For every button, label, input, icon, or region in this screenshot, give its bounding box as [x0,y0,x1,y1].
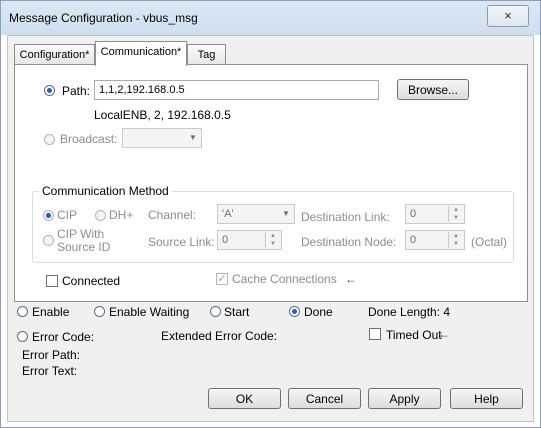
enable-status-radio [17,306,28,317]
destination-node-value: 0 [410,234,417,246]
resolved-path-text: LocalENB, 2, 192.168.0.5 [94,108,231,122]
error-code-label: Error Code: [32,330,95,344]
done-length-text: Done Length: 4 [368,305,451,319]
destination-link-label: Destination Link: [301,210,390,224]
octal-label: (Octal) [471,235,507,249]
destination-node-label: Destination Node: [301,235,397,249]
source-link-label: Source Link: [148,235,215,249]
message-configuration-dialog: Message Configuration - vbus_msg × Confi… [0,0,541,428]
spin-arrows-icon[interactable]: ▲ ▼ [448,206,463,222]
cip-radio[interactable] [43,210,54,221]
dialog-client-area: Configuration* Communication* Tag Path: … [7,35,534,422]
timed-out-label: Timed Out [386,328,442,342]
done-status-label: Done [304,305,333,319]
communication-method-title: Communication Method [39,184,172,198]
start-status-radio [210,306,221,317]
channel-value: 'A' [222,208,234,220]
browse-button[interactable]: Browse... [397,79,469,100]
tab-tag[interactable]: Tag [187,44,226,65]
chevron-down-icon: ▼ [282,209,290,218]
destination-node-stepper[interactable]: 0 ▲ ▼ [405,230,465,250]
path-input[interactable]: 1,1,2,192.168.0.5 [94,80,379,100]
broadcast-radio[interactable] [44,134,55,145]
ok-button[interactable]: OK [208,388,281,409]
spin-arrows-icon[interactable]: ▲ ▼ [265,232,280,248]
connected-checkbox[interactable] [46,275,58,287]
done-status-radio [289,306,300,317]
error-text-label: Error Text: [22,364,78,378]
enable-status-label: Enable [32,305,70,319]
arrow-left-icon: ← [438,327,450,341]
cache-connections-label: Cache Connections [232,272,337,286]
apply-button[interactable]: Apply [368,388,441,409]
dh-plus-label: DH+ [109,208,134,222]
path-label: Path: [62,84,91,98]
tab-communication[interactable]: Communication* [95,41,187,66]
help-button[interactable]: Help [450,388,523,409]
enable-waiting-status-radio [94,306,105,317]
enable-waiting-status-label: Enable Waiting [109,305,190,319]
error-path-label: Error Path: [22,348,81,362]
extended-error-code-label: Extended Error Code: [161,329,278,343]
timed-out-checkbox [369,328,381,340]
title-bar: Message Configuration - vbus_msg × [1,1,540,35]
cancel-button[interactable]: Cancel [288,388,361,409]
connected-label: Connected [62,274,121,288]
arrow-left-icon: ← [345,272,357,286]
close-button[interactable]: × [487,5,529,27]
broadcast-select[interactable]: ▼ [122,128,202,148]
window-title: Message Configuration - vbus_msg [9,11,198,25]
cip-label: CIP [57,208,78,222]
path-radio[interactable] [44,85,55,96]
cip-source-id-line2: Source ID [57,240,111,254]
cip-source-id-line1: CIP With [57,227,105,241]
source-link-stepper[interactable]: 0 ▲ ▼ [217,230,282,250]
cache-connections-checkbox[interactable]: ✓ [216,273,228,285]
destination-link-value: 0 [410,208,417,220]
communication-tab-panel: Path: 1,1,2,192.168.0.5 Browse... LocalE… [14,64,528,302]
cip-source-id-radio[interactable] [43,235,54,246]
chevron-down-icon: ▼ [189,133,197,142]
channel-select[interactable]: 'A' ▼ [217,204,295,224]
start-status-label: Start [224,305,250,319]
broadcast-label: Broadcast: [60,132,118,146]
cip-source-id-label: CIP With Source ID [57,228,110,254]
error-code-radio [17,331,28,342]
spin-arrows-icon[interactable]: ▲ ▼ [448,232,463,248]
channel-label: Channel: [148,208,197,222]
tab-configuration[interactable]: Configuration* [14,44,95,65]
source-link-value: 0 [222,234,229,246]
destination-link-stepper[interactable]: 0 ▲ ▼ [405,204,465,224]
dh-plus-radio[interactable] [95,210,106,221]
